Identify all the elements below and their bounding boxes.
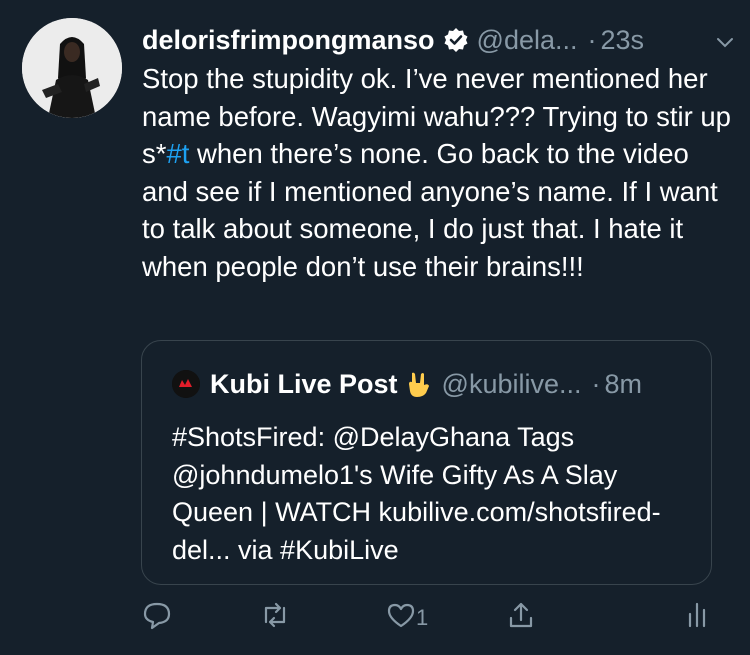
like-count: 1 — [416, 605, 429, 630]
reply-button[interactable] — [142, 600, 172, 636]
author-handle[interactable]: @dela... — [477, 25, 578, 56]
quoted-timestamp: 8m — [604, 368, 643, 399]
separator-dot: · — [587, 24, 597, 55]
retweet-button[interactable] — [260, 600, 290, 636]
avatar[interactable] — [22, 18, 122, 118]
quoted-tweet-header: Kubi Live Post @kubilive... · 8m — [172, 365, 642, 403]
verified-badge-icon — [443, 27, 469, 53]
quoted-tweet[interactable]: Kubi Live Post @kubilive... · 8m #ShotsF… — [141, 340, 712, 585]
tweet-text: Stop the stupidity ok. I’ve never mentio… — [142, 60, 732, 285]
retweet-icon — [260, 600, 290, 636]
share-icon — [506, 600, 536, 636]
heart-icon — [386, 600, 416, 636]
chevron-down-icon[interactable] — [714, 29, 736, 51]
share-button[interactable] — [506, 600, 536, 636]
tweet-header: delorisfrimpongmanso @dela... · 23s — [142, 20, 736, 60]
author-name[interactable]: delorisfrimpongmanso — [142, 25, 435, 56]
like-button[interactable]: 1 — [386, 600, 428, 636]
quoted-author-handle: @kubilive... — [441, 368, 582, 399]
quoted-tweet-text: #ShotsFired: @DelayGhana Tags @johndumel… — [172, 422, 661, 565]
rock-on-hand-icon — [404, 369, 434, 399]
tweet-actions: 1 — [140, 600, 720, 640]
hashtag-link[interactable]: #t — [166, 138, 189, 169]
separator-dot: · — [591, 368, 601, 399]
quoted-avatar — [172, 370, 200, 398]
quoted-author-name: Kubi Live Post — [210, 368, 398, 399]
analytics-icon — [682, 600, 712, 636]
analytics-button[interactable] — [682, 600, 712, 636]
tweet-timestamp[interactable]: 23s — [601, 25, 645, 56]
tweet-text-part: when there’s none. Go back to the video … — [142, 138, 718, 282]
reply-icon — [142, 600, 172, 636]
